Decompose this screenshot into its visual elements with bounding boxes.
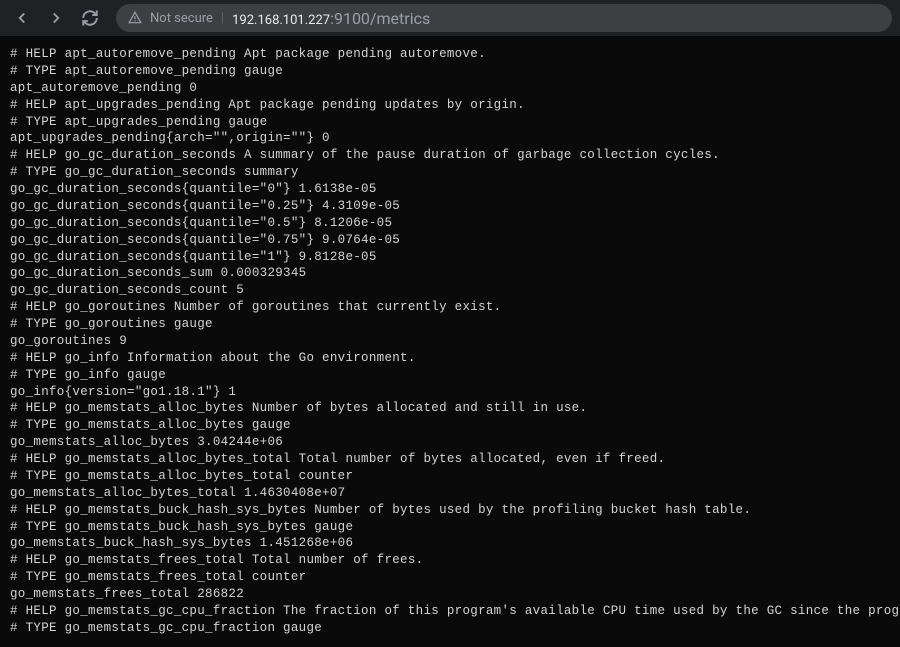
warning-icon xyxy=(128,11,142,25)
address-bar[interactable]: Not secure | 192.168.101.227:9100/metric… xyxy=(116,4,892,32)
reload-icon xyxy=(81,9,99,27)
url: 192.168.101.227:9100/metrics xyxy=(232,9,430,28)
arrow-right-icon xyxy=(47,9,65,27)
arrow-left-icon xyxy=(13,9,31,27)
security-status: Not secure xyxy=(150,11,213,26)
url-host: 192.168.101.227 xyxy=(232,13,330,28)
metrics-content: # HELP apt_autoremove_pending Apt packag… xyxy=(0,36,900,647)
browser-toolbar: Not secure | 192.168.101.227:9100/metric… xyxy=(0,0,900,36)
divider: | xyxy=(221,11,224,26)
forward-button[interactable] xyxy=(42,4,70,32)
url-path: :9100/metrics xyxy=(330,9,430,28)
back-button[interactable] xyxy=(8,4,36,32)
reload-button[interactable] xyxy=(76,4,104,32)
